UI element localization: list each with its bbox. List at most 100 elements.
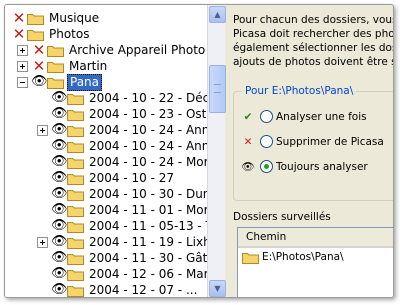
folder-icon — [67, 205, 84, 217]
radio-scan-once[interactable] — [260, 110, 273, 123]
tree-item-label: 2004 - 10 - 27 — [89, 170, 174, 185]
excluded-x-icon: ✕ — [12, 25, 26, 43]
description-line: Picasa doit rechercher des phot — [233, 28, 394, 40]
list-item-path: E:\Photos\Pana\ — [262, 251, 344, 263]
tree-item-label: 2004 - 10 - 24 - Morsc — [89, 154, 207, 169]
tree-item-label: 2004 - 10 - 24 - Anniv — [89, 138, 207, 153]
tree-item[interactable]: 👁 2004 - 10 - 30 - Dunst — [35, 186, 207, 202]
watched-eye-icon: 👁 — [51, 282, 68, 297]
scroll-thumb[interactable] — [209, 65, 226, 113]
tree-item[interactable]: 👁 2004 - 12 - 07 - ... — [35, 282, 199, 297]
excluded-x-icon: ✕ — [32, 57, 46, 75]
expand-icon[interactable] — [37, 236, 48, 248]
tree-scrollbar[interactable]: ▲ ▼ — [207, 5, 226, 297]
expand-icon[interactable] — [37, 124, 48, 136]
watched-eye-icon: 👁 — [51, 154, 68, 169]
watched-eye-icon: 👁 — [51, 234, 68, 249]
watched-eye-icon: 👁 — [51, 218, 68, 233]
watched-eye-icon: 👁 — [31, 74, 48, 89]
option-remove[interactable]: ✕ Supprimer de Picasa — [240, 135, 384, 148]
description-text: Pour chacun des dossiers, vous Picasa do… — [233, 13, 394, 69]
description-line: Pour chacun des dossiers, vous — [233, 14, 394, 26]
option-label: Toujours analyser — [276, 160, 368, 173]
radio-remove[interactable] — [260, 135, 273, 148]
collapse-icon[interactable] — [17, 76, 28, 88]
tree-item-label: 2004 - 11 - 05-13 - Ta — [89, 218, 207, 233]
tree-item[interactable]: 👁 2004 - 10 - 23 - Ostho — [35, 106, 207, 122]
tree-item-label: 2004 - 10 - 23 - Ostho — [89, 106, 207, 121]
tree-item-label: 2004 - 10 - 22 - Déco — [89, 90, 207, 105]
option-always-scan[interactable]: 👁 Toujours analyser — [240, 160, 368, 173]
tree-item[interactable]: ✕ Photos — [11, 26, 91, 42]
watched-eye-icon: 👁 — [51, 90, 68, 105]
watched-eye-icon: 👁 — [51, 186, 68, 201]
excluded-x-icon: ✕ — [12, 9, 26, 27]
eye-icon: 👁 — [241, 161, 255, 173]
watched-eye-icon: 👁 — [51, 170, 68, 185]
tree-item[interactable]: ✕ Martin — [15, 58, 109, 74]
folder-options-group: Pour E:\Photos\Pana\ ✔ Analyser une fois… — [233, 85, 393, 201]
tree-item[interactable]: 👁 2004 - 11 - 30 - Gâtea — [35, 250, 207, 266]
expand-icon[interactable] — [17, 44, 28, 56]
folder-tree: ✕ Musique ✕ Photos ✕ Archive Appareil Photo ✕ M… — [5, 5, 207, 297]
tree-item-label: 2004 - 11 - 01 - Morsc — [89, 202, 207, 217]
tree-item-label: 2004 - 12 - 07 - ... — [89, 282, 198, 297]
tree-item-label: Martin — [69, 58, 108, 73]
scroll-up-button[interactable]: ▲ — [209, 6, 226, 23]
folder-icon — [27, 29, 44, 41]
tree-item-label: Pana — [67, 73, 103, 91]
excluded-x-icon: ✕ — [32, 41, 46, 59]
folder-icon — [67, 125, 84, 137]
tree-item-label: Photos — [49, 26, 90, 41]
tree-item-label: 2004 - 10 - 30 - Dunst — [89, 186, 207, 201]
tree-item[interactable]: 👁 2004 - 10 - 24 - Anniv — [35, 122, 207, 138]
watched-eye-icon: 👁 — [51, 106, 68, 121]
folder-icon — [67, 189, 84, 201]
watched-eye-icon: 👁 — [51, 138, 68, 153]
folder-icon — [47, 77, 64, 89]
description-line: ajouts de photos doivent être s — [233, 56, 394, 68]
tree-item[interactable]: ✕ Musique — [11, 10, 101, 26]
x-mark-icon: ✕ — [243, 135, 253, 148]
tree-item-label: 2004 - 11 - 19 - Lixhe — [89, 234, 207, 249]
column-header-path[interactable]: Chemin — [238, 228, 393, 248]
watched-folders-label: Dossiers surveillés — [233, 211, 331, 223]
tree-item-label: 2004 - 10 - 24 - Anniv — [89, 122, 207, 137]
list-item[interactable]: E:\Photos\Pana\ — [238, 248, 393, 266]
tree-item-label: 2004 - 11 - 30 - Gâtea — [89, 250, 207, 265]
folder-icon — [67, 285, 84, 297]
folder-icon — [67, 157, 84, 169]
watched-eye-icon: 👁 — [51, 122, 68, 137]
watched-eye-icon: 👁 — [51, 250, 68, 265]
radio-always-scan[interactable] — [260, 160, 273, 173]
tree-item[interactable]: 👁 2004 - 11 - 05-13 - Ta — [35, 218, 207, 234]
tree-item[interactable]: 👁 2004 - 10 - 22 - Déco — [35, 90, 207, 106]
tree-item[interactable]: 👁 2004 - 10 - 27 — [35, 170, 176, 186]
tree-item[interactable]: 👁 2004 - 10 - 24 - Anniv — [35, 138, 207, 154]
tree-item[interactable]: 👁 2004 - 11 - 19 - Lixhe — [35, 234, 207, 250]
options-panel: Pour chacun des dossiers, vous Picasa do… — [227, 5, 394, 297]
folder-icon — [67, 173, 84, 185]
folder-manager-window: ✕ Musique ✕ Photos ✕ Archive Appareil Photo ✕ M… — [4, 4, 394, 298]
tree-item-label: Musique — [49, 10, 100, 25]
expand-icon[interactable] — [17, 60, 28, 72]
folder-icon — [242, 252, 259, 264]
tree-item[interactable]: 👁 2004 - 10 - 24 - Morsc — [35, 154, 207, 170]
folder-icon — [27, 13, 44, 25]
folder-icon — [67, 109, 84, 121]
option-scan-once[interactable]: ✔ Analyser une fois — [240, 110, 367, 123]
scroll-down-button[interactable]: ▼ — [209, 280, 226, 297]
tree-item[interactable]: 👁 2004 - 12 - 06 - Mamie — [35, 266, 207, 282]
tree-item[interactable]: 👁 Pana — [15, 73, 103, 91]
description-line: également sélectionner les doss — [233, 42, 394, 54]
tree-item-label: 2004 - 12 - 06 - Mamie — [89, 266, 207, 281]
tree-item[interactable]: ✕ Archive Appareil Photo — [15, 42, 207, 58]
tree-item[interactable]: 👁 2004 - 11 - 01 - Morsc — [35, 202, 207, 218]
folder-icon — [47, 61, 64, 73]
folder-icon — [67, 93, 84, 105]
option-label: Analyser une fois — [276, 110, 367, 123]
watched-folders-list[interactable]: Chemin E:\Photos\Pana\ — [237, 227, 393, 297]
folder-icon — [47, 45, 64, 57]
group-title: Pour E:\Photos\Pana\ — [242, 85, 357, 97]
watched-eye-icon: 👁 — [51, 266, 68, 281]
